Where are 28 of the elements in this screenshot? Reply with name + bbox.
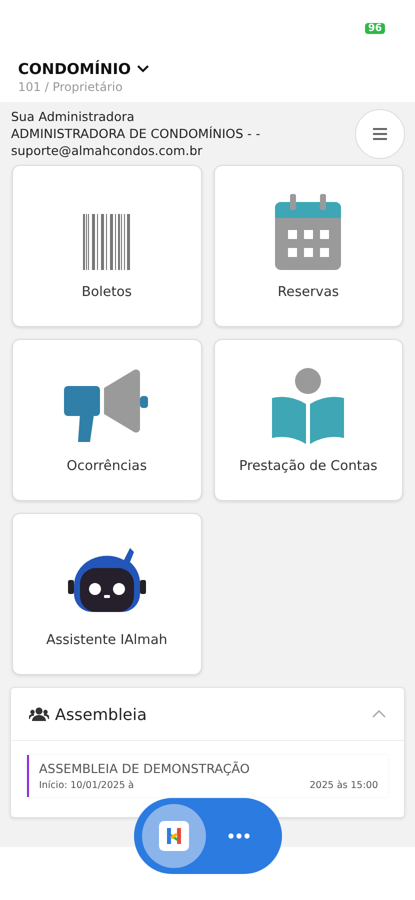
condo-title[interactable]: CONDOMÍNIO [18, 60, 131, 78]
caret-icon[interactable] [372, 710, 386, 718]
battery-level: 96 [365, 22, 385, 34]
megaphone-icon [64, 368, 150, 444]
event-title: ASSEMBLEIA DE DEMONSTRAÇÃO [39, 761, 251, 776]
logo-icon [159, 821, 189, 851]
tile-button[interactable]: Assistente IAlmah [12, 513, 202, 675]
admin-name: ADMINISTRADORA DE CONDOMÍNIOS - - [11, 125, 260, 142]
app-logo-button[interactable] [142, 804, 206, 868]
reader-book-icon [270, 368, 346, 444]
event-start-date: Início: 10/01/2025 à [39, 780, 134, 791]
admin-email: suporte@almahcondos.com.br [11, 142, 204, 159]
event-end-date: 2025 às 15:00 [310, 780, 378, 791]
group-icon [29, 707, 49, 721]
menu-icon [372, 126, 388, 140]
chevron-down-icon[interactable] [136, 65, 149, 73]
menu-button[interactable] [355, 108, 405, 158]
more-icon [228, 833, 250, 839]
assembly-header[interactable]: Assembleia [11, 688, 404, 741]
barcode-icon [82, 214, 131, 270]
tile-button[interactable]: Prestação de Contas [214, 339, 403, 501]
admin-label: Sua Administradora [11, 108, 136, 125]
tile-button[interactable]: Reservas [214, 165, 403, 327]
tile-button[interactable]: Ocorrências [12, 339, 202, 501]
tile-button[interactable]: Boletos [12, 165, 202, 327]
calendar-icon [275, 194, 342, 270]
unit-subtitle: 101 / Proprietário [18, 80, 124, 94]
assembly-title: Assembleia [55, 704, 148, 724]
